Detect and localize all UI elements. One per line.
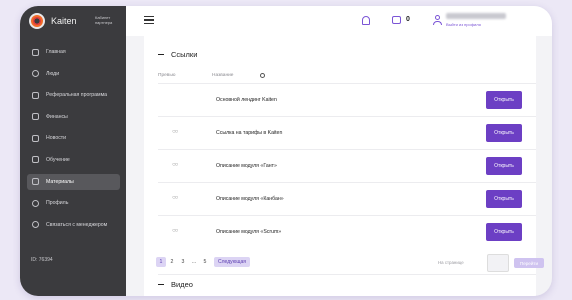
app-window: Kaiten Кабинет партнера Главная Люди Реф… [20, 6, 552, 296]
wallet-icon [32, 113, 39, 121]
user-icon[interactable] [432, 15, 442, 25]
table-row: ○○ Описание модуля «Scrum» Открыть [158, 215, 536, 248]
sidebar-item-label: Финансы [46, 113, 68, 120]
per-page-input[interactable] [487, 254, 509, 272]
sidebar: Kaiten Кабинет партнера Главная Люди Реф… [20, 6, 126, 296]
user-id: ID: 76394 [31, 257, 53, 263]
column-header-name: Название [212, 73, 234, 78]
open-button[interactable]: Открыть [486, 91, 522, 109]
sidebar-item-label: Люди [46, 70, 60, 77]
section-title: Ссылки [171, 50, 198, 59]
link-icon: ○○ [172, 195, 178, 201]
sidebar-item-label: Новости [46, 135, 67, 142]
referral-icon [32, 91, 39, 99]
brand-name: Kaiten [51, 16, 77, 26]
page-button[interactable]: 3 [178, 257, 188, 267]
page-button[interactable]: 2 [167, 257, 177, 267]
sidebar-item-contact-manager[interactable]: Связаться с менеджером [27, 217, 120, 233]
brand[interactable]: Kaiten [29, 13, 77, 29]
go-button[interactable]: Перейти [514, 258, 544, 268]
open-button[interactable]: Открыть [486, 157, 522, 175]
page-button[interactable]: 5 [200, 257, 210, 267]
table-row: ○○ Описание модуля «Канбан» Открыть [158, 182, 536, 215]
topbar: 0 Выйти из профиля [126, 6, 552, 36]
sidebar-item-label: Главная [46, 49, 66, 55]
people-icon [32, 70, 39, 78]
sidebar-item-label: Профиль [46, 200, 69, 207]
row-name: Ссылка на тарифы в Kaiten [216, 130, 283, 136]
sidebar-item-home[interactable]: Главная [27, 44, 120, 60]
collapse-icon[interactable] [158, 283, 164, 286]
row-name: Описание модуля «Канбан» [216, 196, 284, 202]
video-section-header[interactable]: Видео [158, 280, 193, 289]
sidebar-item-profile[interactable]: Профиль [27, 195, 120, 211]
sidebar-item-referral[interactable]: Реферальная программа [27, 87, 120, 103]
materials-icon [32, 178, 39, 186]
links-section-header[interactable]: Ссылки [158, 50, 197, 59]
sidebar-nav: Главная Люди Реферальная программа Финан… [27, 44, 120, 238]
collapse-icon[interactable] [158, 53, 164, 56]
sidebar-item-materials[interactable]: Материалы [27, 173, 120, 190]
section-title: Видео [171, 280, 193, 289]
bell-icon[interactable] [362, 16, 370, 25]
link-icon: ○○ [172, 129, 178, 135]
home-icon [32, 48, 39, 56]
briefcase-icon[interactable] [392, 16, 401, 24]
column-header-preview: Превью [158, 73, 176, 78]
sidebar-item-news[interactable]: Новости [27, 130, 120, 146]
row-name: Описание модуля «Scrum» [216, 229, 282, 235]
row-name: Основной лендинг Kaiten [216, 97, 277, 103]
page-button[interactable]: 1 [156, 257, 166, 267]
profile-icon [32, 199, 39, 207]
page-ellipsis: ... [191, 259, 197, 265]
sidebar-item-label: Связаться с менеджером [46, 221, 108, 228]
sidebar-item-learning[interactable]: Обучение [27, 152, 120, 168]
main-content: Ссылки Превью Название Основной лендинг … [144, 36, 544, 296]
table-row: ○○ Ссылка на тарифы в Kaiten Открыть [158, 116, 536, 149]
link-icon: ○○ [172, 162, 178, 168]
table-row: Основной лендинг Kaiten Открыть [158, 83, 536, 116]
logout-link[interactable]: Выйти из профиля [446, 22, 481, 27]
kaiten-logo-icon [29, 13, 45, 29]
pagination: 1 2 3 ... 5 Следующая [156, 257, 250, 267]
menu-icon[interactable] [144, 16, 154, 25]
news-icon [32, 134, 39, 142]
open-button[interactable]: Открыть [486, 190, 522, 208]
row-name: Описание модуля «Гант» [216, 163, 277, 169]
sidebar-item-finance[interactable]: Финансы [27, 109, 120, 125]
chat-icon [32, 221, 39, 229]
brand-subtitle: Кабинет партнера [95, 15, 113, 25]
search-icon[interactable] [260, 73, 265, 78]
learning-icon [32, 156, 39, 164]
sidebar-item-label: Обучение [46, 156, 70, 163]
sidebar-item-people[interactable]: Люди [27, 66, 120, 82]
open-button[interactable]: Открыть [486, 124, 522, 142]
table-row: ○○ Описание модуля «Гант» Открыть [158, 149, 536, 182]
cart-count: 0 [406, 16, 410, 23]
user-name-blurred [446, 13, 506, 19]
divider [158, 274, 536, 275]
link-icon: ○○ [172, 228, 178, 234]
sidebar-item-label: Материалы [46, 178, 74, 185]
per-page-label: На странице [438, 260, 464, 265]
open-button[interactable]: Открыть [486, 223, 522, 241]
sidebar-item-label: Реферальная программа [46, 92, 108, 99]
next-page-button[interactable]: Следующая [214, 257, 250, 267]
